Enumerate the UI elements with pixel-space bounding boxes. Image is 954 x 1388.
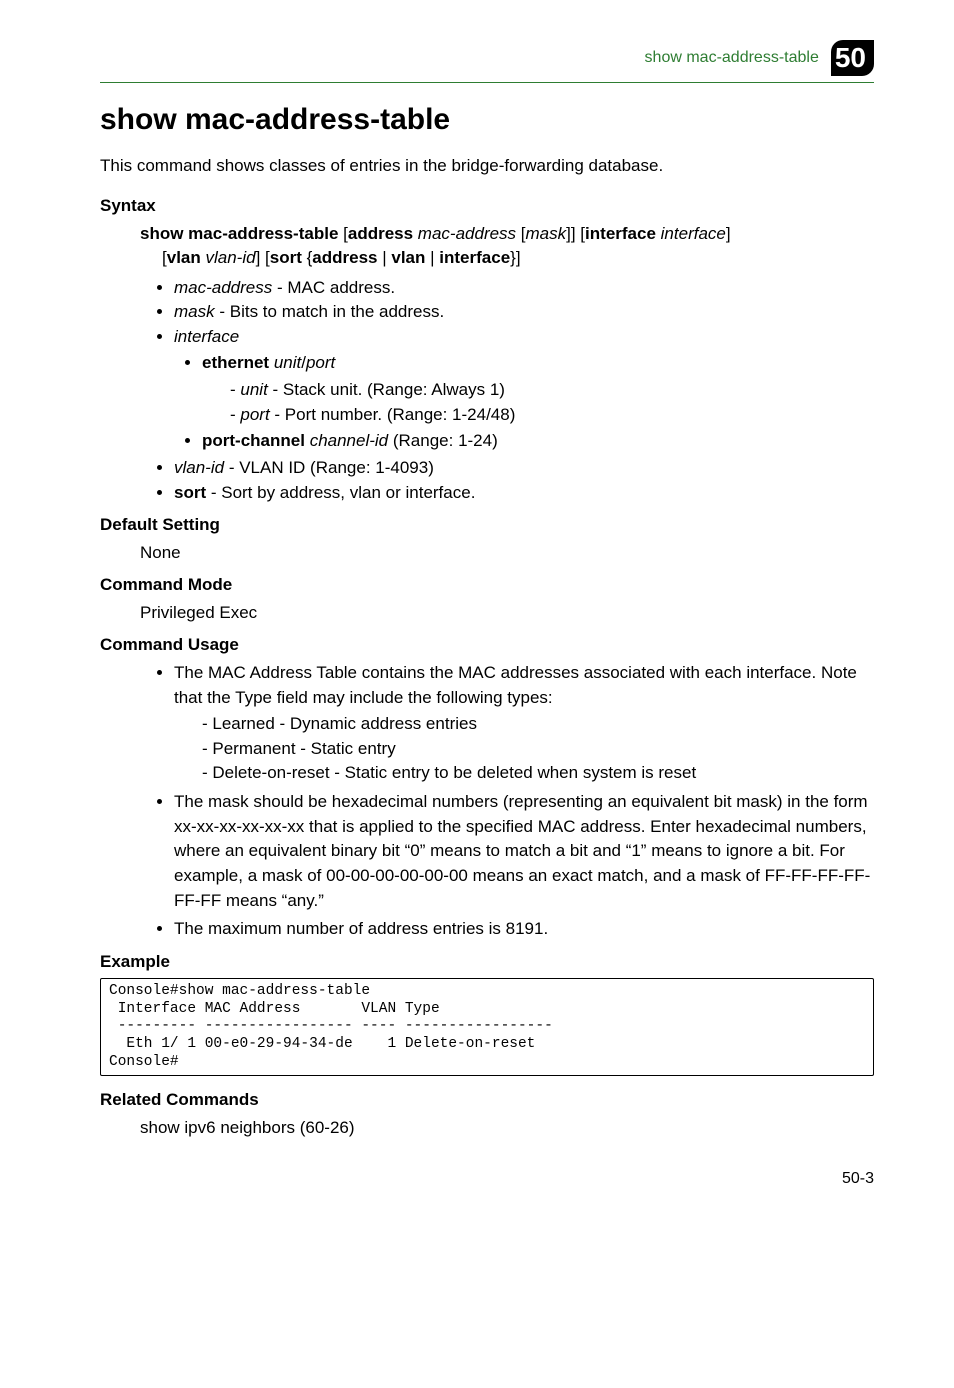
example-code: Console#show mac-address-table Interface… [100,978,874,1076]
syntax-line-1: show mac-address-table [address mac-addr… [140,222,874,246]
syntax-params-list: mac-address - MAC address. mask - Bits t… [130,276,874,506]
syntax-block: show mac-address-table [address mac-addr… [140,222,874,270]
list-item: vlan-id - VLAN ID (Range: 1-4093) [174,456,874,481]
list-item: The MAC Address Table contains the MAC a… [174,661,874,786]
list-item: Permanent - Static entry [202,737,874,762]
default-text: None [140,541,874,565]
syntax-kw: address [348,224,413,243]
related-label: Related Commands [100,1090,874,1110]
header-rule [100,82,874,83]
list-item: mask - Bits to match in the address. [174,300,874,325]
param-name: port [240,405,269,424]
syntax-kw: address [312,248,377,267]
list-item: sort - Sort by address, vlan or interfac… [174,481,874,506]
list-item: port-channel channel-id (Range: 1-24) [202,429,874,454]
mode-text: Privileged Exec [140,601,874,625]
param-text: - Stack unit. (Range: Always 1) [268,380,505,399]
page-number: 50-3 [100,1170,874,1188]
syntax-kw: interface [439,248,510,267]
syntax-arg: interface [661,224,726,243]
page-title: show mac-address-table [100,103,874,137]
list-item: Learned - Dynamic address entries [202,712,874,737]
usage-text: Permanent - Static entry [212,739,395,758]
usage-text: Delete-on-reset - Static entry to be del… [212,763,696,782]
param-text: (Range: 1-24) [388,431,498,450]
mode-label: Command Mode [100,575,874,595]
param-name: mask [174,302,215,321]
usage-text: The MAC Address Table contains the MAC a… [174,663,857,707]
syntax-kw: sort [270,248,302,267]
list-item: unit - Stack unit. (Range: Always 1) [230,378,874,403]
usage-list: The MAC Address Table contains the MAC a… [130,661,874,942]
list-item: interface ethernet unit/port unit - Stac… [174,325,874,454]
param-name: vlan-id [174,458,224,477]
param-text: - Bits to match in the address. [215,302,445,321]
usage-text: The mask should be hexadecimal numbers (… [174,792,870,910]
param-name: unit [240,380,267,399]
param-kw: ethernet [202,353,269,372]
syntax-kw: vlan [167,248,201,267]
usage-text: Learned - Dynamic address entries [212,714,477,733]
syntax-kw: interface [585,224,656,243]
param-kw: sort [174,483,206,502]
list-item: ethernet unit/port unit - Stack unit. (R… [202,351,874,427]
types-sublist: Learned - Dynamic address entries Perman… [174,712,874,786]
param-name: port [306,353,335,372]
syntax-arg: vlan-id [206,248,256,267]
param-text: - VLAN ID (Range: 1-4093) [224,458,434,477]
intro-paragraph: This command shows classes of entries in… [100,155,874,178]
related-text: show ipv6 neighbors (60-26) [140,1116,874,1140]
example-label: Example [100,952,874,972]
param-name: channel-id [310,431,388,450]
list-item: port - Port number. (Range: 1-24/48) [230,403,874,428]
syntax-kw: show mac-address-table [140,224,338,243]
param-text: - MAC address. [272,278,395,297]
running-header: show mac-address-table [645,49,819,67]
usage-label: Command Usage [100,635,874,655]
list-item: Delete-on-reset - Static entry to be del… [202,761,874,786]
syntax-kw: vlan [391,248,425,267]
param-text: - Port number. (Range: 1-24/48) [270,405,516,424]
param-kw: port-channel [202,431,305,450]
page-header: show mac-address-table 50 [100,40,874,76]
interface-sublist: ethernet unit/port unit - Stack unit. (R… [174,351,874,454]
param-name: unit [274,353,301,372]
chapter-badge: 50 [831,40,874,76]
list-item: The mask should be hexadecimal numbers (… [174,790,874,913]
list-item: The maximum number of address entries is… [174,917,874,942]
syntax-label: Syntax [100,196,874,216]
syntax-arg: mac-address [418,224,516,243]
list-item: mac-address - MAC address. [174,276,874,301]
ethernet-sublist: unit - Stack unit. (Range: Always 1) por… [202,378,874,427]
syntax-arg: mask [526,224,567,243]
usage-text: The maximum number of address entries is… [174,919,548,938]
param-name: mac-address [174,278,272,297]
default-label: Default Setting [100,515,874,535]
syntax-line-2: [vlan vlan-id] [sort {address | vlan | i… [162,246,874,270]
param-text: - Sort by address, vlan or interface. [206,483,475,502]
param-name: interface [174,327,239,346]
